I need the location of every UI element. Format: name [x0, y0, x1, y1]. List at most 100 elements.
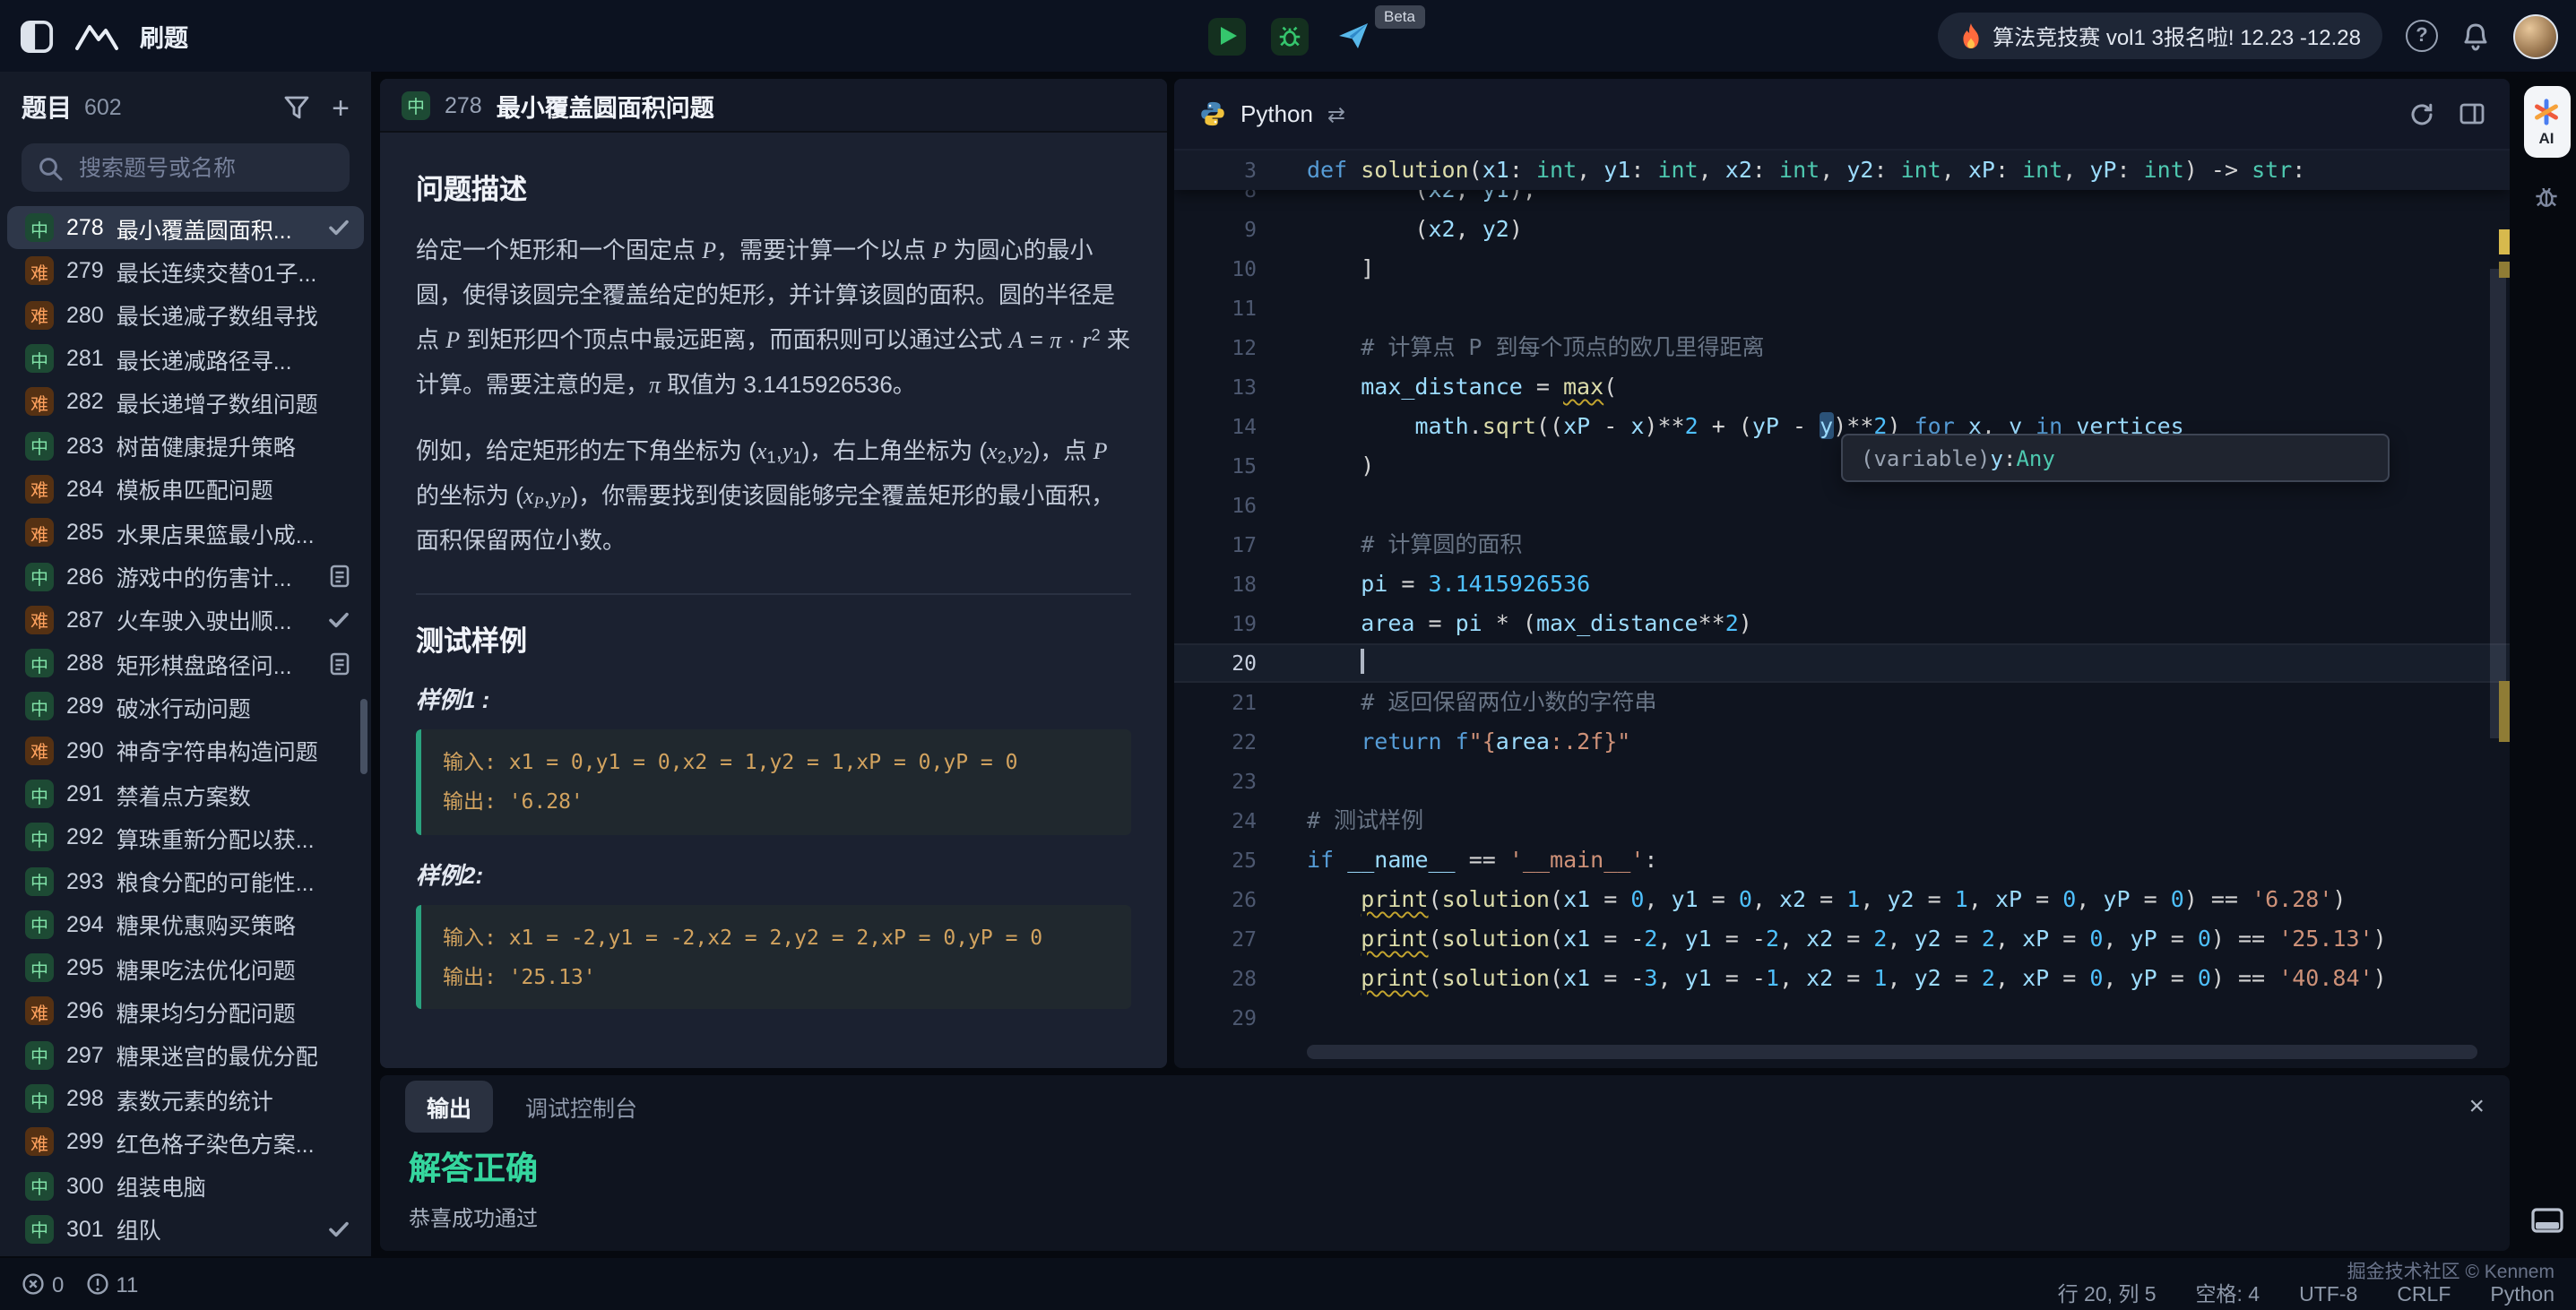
code-line[interactable]: 11 [1174, 289, 2510, 328]
run-button[interactable] [1208, 17, 1246, 55]
sidebar-problem-item[interactable]: 中295糖果吃法优化问题 [7, 946, 364, 990]
sidebar-problem-item[interactable]: 中278最小覆盖圆面积... [7, 206, 364, 250]
code-line[interactable]: 13 max_distance = max( [1174, 367, 2510, 407]
errors-indicator[interactable]: 0 [22, 1271, 64, 1297]
sidebar-problem-item[interactable]: 难299红色格子染色方案... [7, 1120, 364, 1164]
sidebar-problem-item[interactable]: 中283树苗健康提升策略 [7, 424, 364, 468]
sidebar-problem-item[interactable]: 难284模板串匹配问题 [7, 468, 364, 512]
sidebar-problem-item[interactable]: 难285水果店果篮最小成... [7, 511, 364, 555]
problem-title: 素数元素的统计 [117, 1082, 350, 1116]
filter-icon[interactable] [283, 95, 310, 120]
code-line[interactable]: 24# 测试样例 [1174, 801, 2510, 840]
code-line[interactable]: 19 area = pi * (max_distance**2) [1174, 604, 2510, 643]
split-editor-icon[interactable] [2459, 102, 2485, 125]
toggle-panel-icon[interactable] [2517, 1208, 2576, 1233]
search-input[interactable] [75, 153, 333, 182]
right-rail: AI [2517, 79, 2576, 1251]
editor-vertical-scrollbar[interactable] [2490, 269, 2506, 738]
code-area[interactable]: 8 (x2, y1),9 (x2, y2)10 ]1112 # 计算点 P 到每… [1174, 151, 2510, 1068]
code-token: area [1496, 728, 1550, 754]
event-banner[interactable]: 算法竞技赛 vol1 3报名啦! 12.23 -12.28 [1937, 13, 2382, 59]
code-line[interactable]: 10 ] [1174, 249, 2510, 289]
sidebar-problem-item[interactable]: 中297糖果迷宫的最优分配 [7, 1033, 364, 1077]
test-button[interactable] [1271, 17, 1309, 55]
status-item[interactable]: CRLF [2397, 1284, 2451, 1307]
text-segment: , [1007, 437, 1013, 464]
line-number: 11 [1174, 289, 1257, 328]
code-token: sqrt [1482, 412, 1536, 439]
code-line[interactable]: 29 [1174, 998, 2510, 1038]
sidebar-problem-item[interactable]: 难290神奇字符串构造问题 [7, 728, 364, 772]
close-icon[interactable] [2468, 1092, 2485, 1119]
code-line[interactable]: 25if __name__ == '__main__': [1174, 840, 2510, 880]
code-line[interactable]: 22 return f"{area:.2f}" [1174, 722, 2510, 762]
switch-language-icon[interactable]: ⇄ [1327, 101, 1345, 126]
line-number: 13 [1174, 367, 1257, 407]
reset-code-icon[interactable] [2409, 101, 2434, 126]
code-token: = [2157, 964, 2198, 991]
sidebar-scrollbar[interactable] [360, 699, 367, 774]
submit-button[interactable] [1334, 17, 1371, 55]
sidebar-toggle-icon[interactable] [20, 19, 54, 53]
avatar[interactable] [2513, 13, 2558, 58]
code-token: x1 [1563, 964, 1590, 991]
sidebar-problem-item[interactable]: 中289破冰行动问题 [7, 685, 364, 729]
line-number: 16 [1174, 486, 1257, 525]
code-line[interactable]: 28 print(solution(x1 = -3, y1 = -1, x2 =… [1174, 959, 2510, 998]
code-token: return [1361, 728, 1441, 754]
code-line[interactable]: 21 # 返回保留两位小数的字符串 [1174, 683, 2510, 722]
sidebar-problem-item[interactable]: 难282最长递增子数组问题 [7, 380, 364, 424]
code-line[interactable]: 23 [1174, 762, 2510, 801]
status-item[interactable]: 行 20, 列 5 [2058, 1284, 2157, 1307]
code-token: 0 [2062, 885, 2076, 912]
sidebar-problem-item[interactable]: 难287火车驶入驶出顺... [7, 598, 364, 642]
sidebar-problem-item[interactable]: 中286游戏中的伤害计... [7, 555, 364, 599]
search-icon [38, 155, 63, 180]
editor-horizontal-scrollbar[interactable] [1307, 1045, 2477, 1059]
sidebar-problem-item[interactable]: 中293粮食分配的可能性... [7, 859, 364, 903]
code-line[interactable]: 20 [1174, 643, 2510, 683]
warnings-indicator[interactable]: 11 [85, 1271, 138, 1297]
feedback-bug-icon[interactable] [2517, 183, 2576, 210]
text-segment: , [544, 482, 550, 509]
sidebar-problem-item[interactable]: 中300组装电脑 [7, 1164, 364, 1208]
status-item[interactable]: Python [2490, 1284, 2554, 1307]
code-line[interactable]: 26 print(solution(x1 = 0, y1 = 0, x2 = 1… [1174, 880, 2510, 919]
code-line[interactable]: 12 # 计算点 P 到每个顶点的欧几里得距离 [1174, 328, 2510, 367]
sidebar-problem-item[interactable]: 中298素数元素的统计 [7, 1077, 364, 1121]
add-icon[interactable] [332, 92, 350, 123]
tab-debug-console[interactable]: 调试控制台 [525, 1089, 637, 1123]
code-content: # 测试样例 [1307, 801, 1423, 840]
sidebar-problem-item[interactable]: 难280最长递减子数组寻找 [7, 293, 364, 337]
code-token: xP [1563, 412, 1590, 439]
sidebar-problem-item[interactable]: 中291禁着点方案数 [7, 772, 364, 816]
sidebar-problem-item[interactable]: 难279最长连续交替01子... [7, 250, 364, 294]
result-text: 解答正确 [409, 1143, 2510, 1190]
code-line[interactable]: 16 [1174, 486, 2510, 525]
sidebar-problem-item[interactable]: 中292算珠重新分配以获... [7, 815, 364, 859]
problem-number: 290 [66, 737, 104, 763]
sidebar-problem-item[interactable]: 中301组队 [7, 1208, 364, 1252]
code-line[interactable]: 17 # 计算圆的面积 [1174, 525, 2510, 565]
bell-icon[interactable] [2461, 21, 2490, 51]
tab-output[interactable]: 输出 [405, 1080, 493, 1132]
sidebar-problem-item[interactable]: 中294糖果优惠购买策略 [7, 903, 364, 947]
code-line[interactable]: 27 print(solution(x1 = -2, y1 = -2, x2 =… [1174, 919, 2510, 959]
ai-assistant-button[interactable]: AI [2523, 86, 2570, 158]
search-box [22, 143, 350, 192]
code-line[interactable]: 18 pi = 3.1415926536 [1174, 565, 2510, 604]
sidebar-problem-item[interactable]: 难296糖果均匀分配问题 [7, 990, 364, 1034]
text-segment: 到矩形四个顶点中最远距离，而面积则可以通过公式 [460, 326, 1008, 353]
text-segment: x [987, 437, 998, 464]
sidebar-problem-item[interactable]: 中281最长递减路径寻... [7, 337, 364, 381]
logo-icon[interactable] [73, 20, 120, 52]
sticky-scroll-line[interactable]: 3 def solution(x1: int, y1: int, x2: int… [1174, 151, 2510, 190]
line-number: 19 [1174, 604, 1257, 643]
status-item[interactable]: 空格: 4 [2196, 1284, 2260, 1307]
difficulty-badge: 中 [25, 1041, 54, 1070]
sidebar-problem-item[interactable]: 中288矩形棋盘路径问... [7, 642, 364, 685]
status-item[interactable]: UTF-8 [2299, 1284, 2357, 1307]
code-line[interactable]: 9 (x2, y2) [1174, 210, 2510, 249]
help-icon[interactable] [2406, 20, 2438, 52]
code-token: : [2292, 156, 2305, 183]
